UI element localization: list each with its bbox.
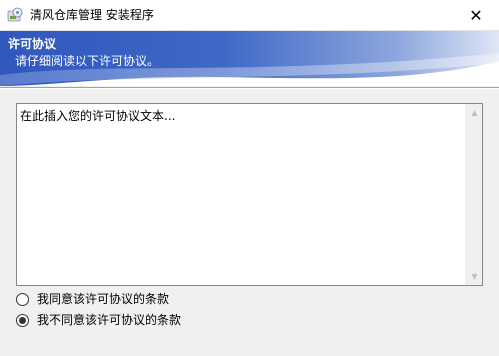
scroll-down-icon[interactable]: ▼ [466, 268, 483, 285]
title-bar: 清风仓库管理 安装程序 ✕ [0, 0, 499, 31]
close-icon: ✕ [469, 5, 483, 25]
disagree-option[interactable]: 我不同意该许可协议的条款 [16, 311, 181, 329]
scroll-up-icon[interactable]: ▲ [466, 104, 483, 121]
header-divider [0, 87, 499, 89]
agree-label[interactable]: 我同意该许可协议的条款 [37, 291, 169, 307]
page-subtitle: 请仔细阅读以下许可协议。 [15, 54, 160, 68]
page-title: 许可协议 [8, 37, 57, 51]
installer-icon [7, 7, 23, 22]
agree-radio[interactable] [16, 292, 29, 306]
page-header: 许可协议 请仔细阅读以下许可协议。 [0, 31, 499, 86]
agree-option[interactable]: 我同意该许可协议的条款 [16, 290, 169, 308]
close-button[interactable]: ✕ [453, 0, 499, 30]
license-text: 在此插入您的许可协议文本... [20, 109, 176, 123]
window-title: 清风仓库管理 安装程序 [30, 8, 154, 22]
disagree-radio[interactable] [16, 313, 29, 327]
license-textbox[interactable]: 在此插入您的许可协议文本... ▲ ▼ [16, 103, 483, 286]
license-scrollbar[interactable]: ▲ ▼ [465, 104, 482, 285]
disagree-label[interactable]: 我不同意该许可协议的条款 [37, 312, 181, 328]
